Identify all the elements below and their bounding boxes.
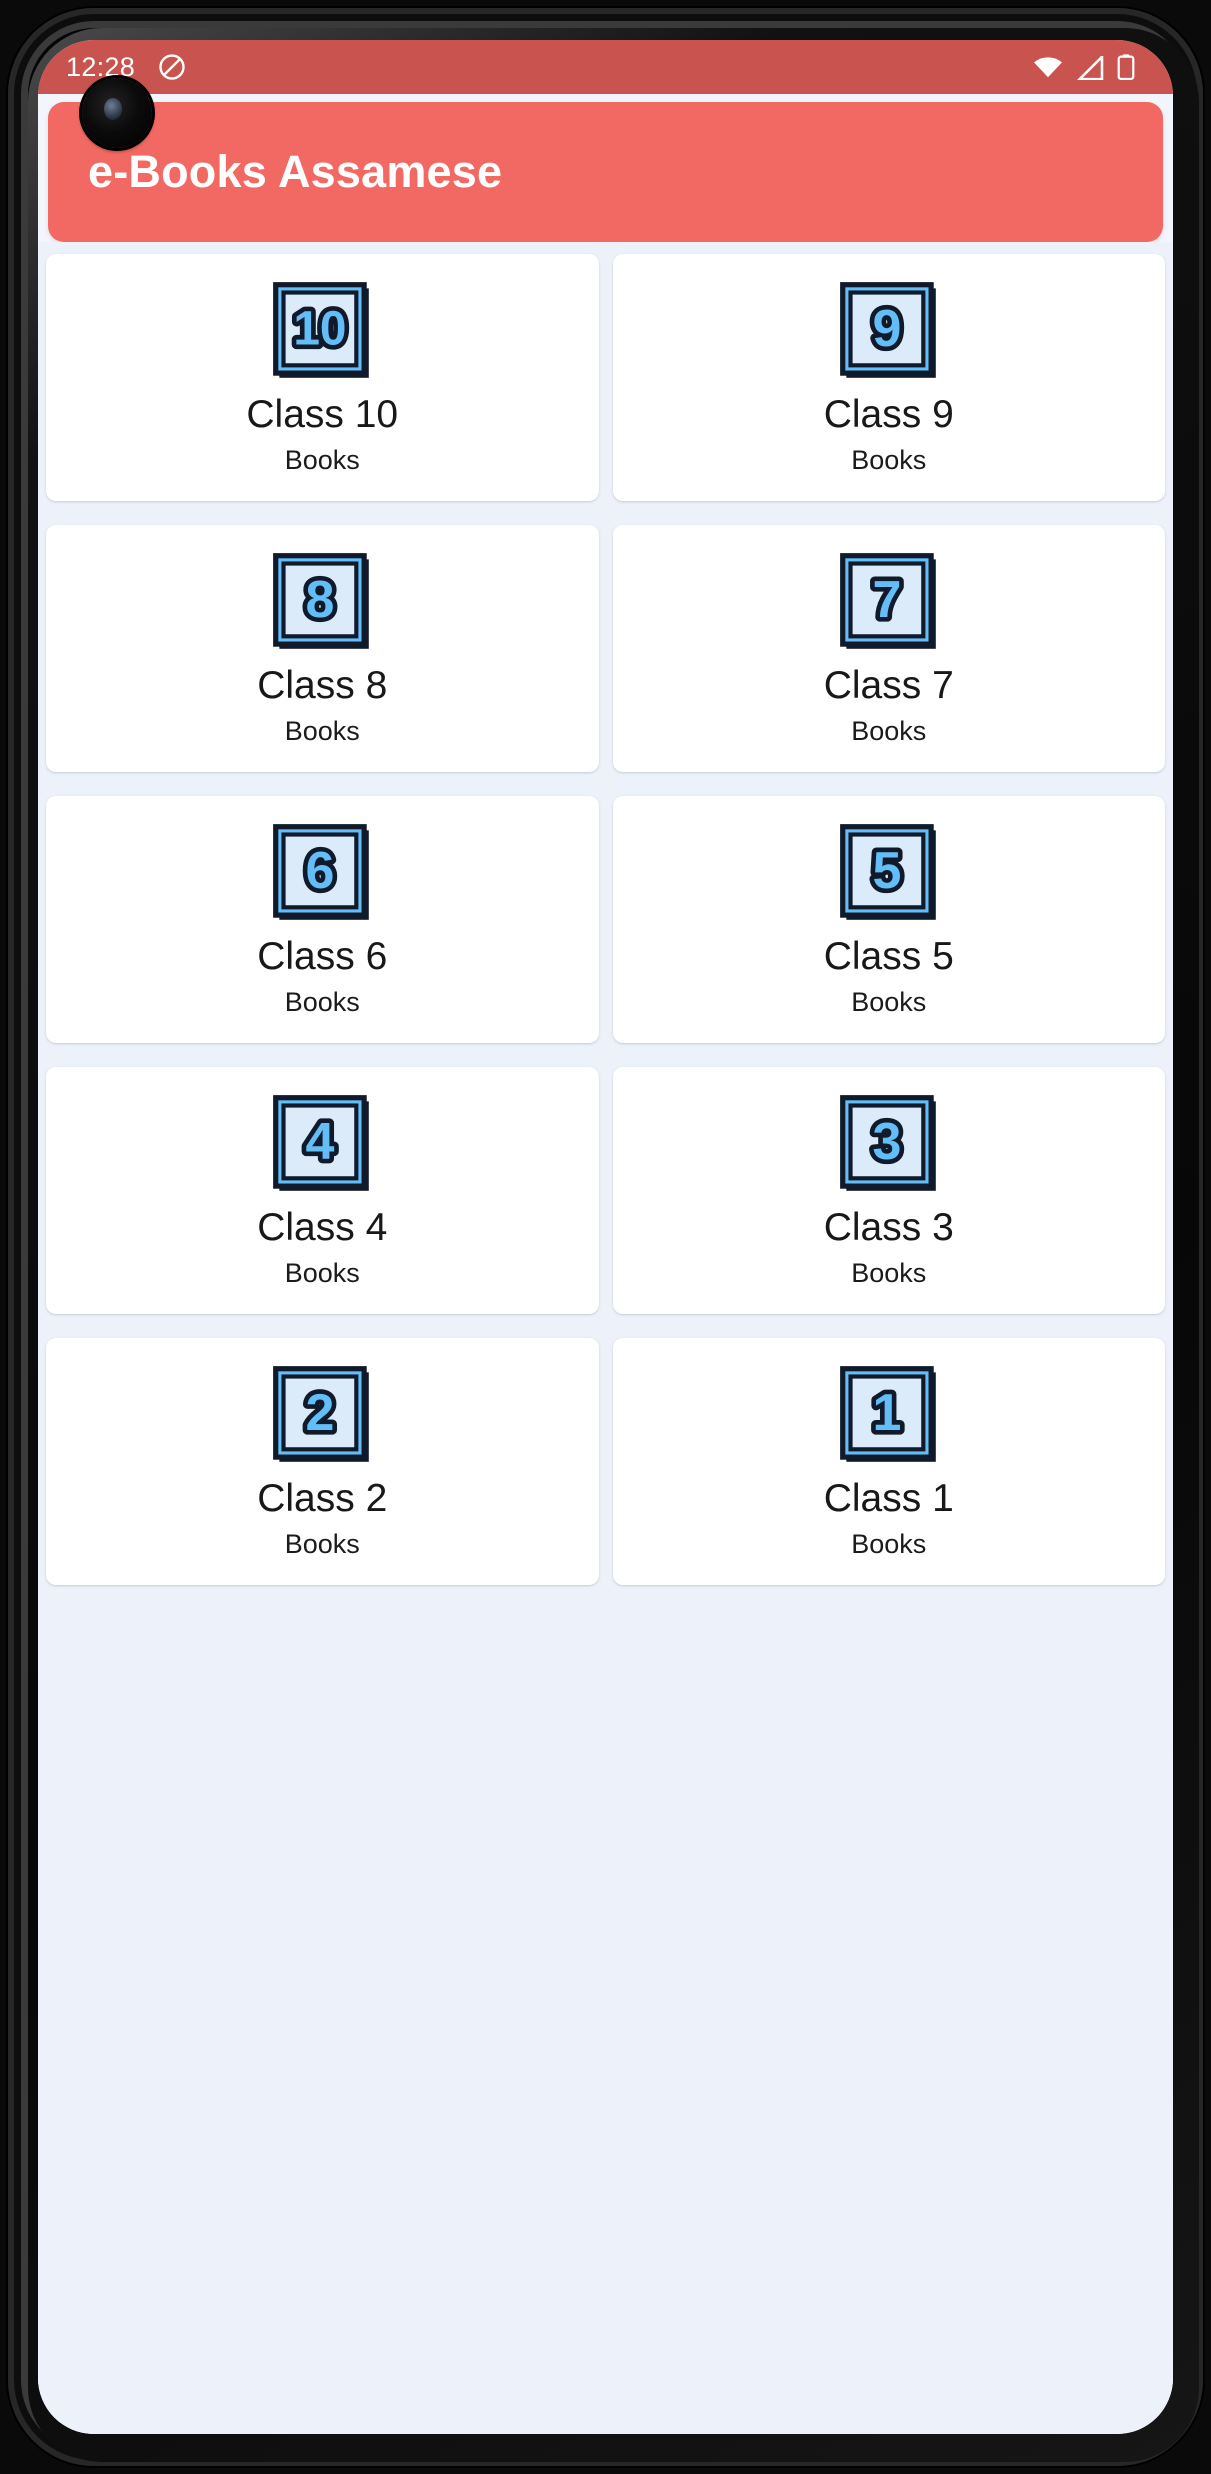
class-card[interactable]: 8 8 Class 8 Books	[46, 525, 599, 772]
class-card-title: Class 6	[257, 934, 388, 978]
class-card[interactable]: 3 3 Class 3 Books	[612, 1067, 1165, 1314]
front-camera-punch-hole	[82, 78, 152, 148]
class-number-icon: 22	[273, 1365, 370, 1462]
phone-screen: 12:28 e-Books Assamese 10 10 Class 10 Bo…	[38, 40, 1173, 2434]
class-number-icon: 1010	[273, 281, 370, 378]
screenshot-root: 12:28 e-Books Assamese 10 10 Class 10 Bo…	[0, 0, 1211, 2474]
class-number-icon: 88	[273, 552, 370, 649]
do-not-disturb-icon	[159, 54, 185, 80]
class-number-icon: 99	[839, 281, 936, 378]
class-number-text: 6	[306, 841, 335, 899]
class-card-title: Class 2	[257, 1476, 388, 1520]
class-number-icon: 44	[273, 1094, 370, 1191]
class-number-text: 3	[872, 1112, 901, 1170]
class-card-subtitle: Books	[851, 716, 927, 747]
status-bar: 12:28	[38, 40, 1173, 94]
class-card-title: Class 4	[257, 1205, 388, 1249]
wifi-icon	[1034, 57, 1062, 78]
class-card[interactable]: 4 4 Class 4 Books	[46, 1067, 599, 1314]
class-card[interactable]: 7 7 Class 7 Books	[612, 525, 1165, 772]
class-number-text: 8	[306, 570, 335, 628]
class-card-subtitle: Books	[284, 987, 360, 1018]
app-bar-container: e-Books Assamese	[38, 94, 1173, 242]
class-grid: 10 10 Class 10 Books 9 9 Class 9 Books 8 8 Class 8…	[38, 242, 1173, 2434]
class-number-text: 5	[872, 841, 901, 899]
class-number-icon: 77	[839, 552, 936, 649]
class-card-title: Class 5	[823, 934, 954, 978]
class-number-icon: 66	[273, 823, 370, 920]
class-card[interactable]: 9 9 Class 9 Books	[612, 254, 1165, 501]
class-card-subtitle: Books	[284, 716, 360, 747]
class-card[interactable]: 5 5 Class 5 Books	[612, 796, 1165, 1043]
class-card-title: Class 10	[246, 392, 399, 436]
app-body: e-Books Assamese 10 10 Class 10 Books 9 9 Clas…	[38, 94, 1173, 2434]
class-number-icon: 33	[839, 1094, 936, 1191]
class-card-title: Class 8	[257, 663, 388, 707]
class-card-subtitle: Books	[851, 445, 927, 476]
class-card[interactable]: 10 10 Class 10 Books	[46, 254, 599, 501]
class-card-subtitle: Books	[851, 1529, 927, 1560]
class-card[interactable]: 2 2 Class 2 Books	[46, 1338, 599, 1585]
class-card-title: Class 9	[823, 392, 954, 436]
page-title: e-Books Assamese	[88, 146, 503, 197]
class-number-text: 1	[872, 1383, 901, 1441]
cellular-signal-icon	[1077, 56, 1104, 80]
class-card-subtitle: Books	[851, 1258, 927, 1289]
class-number-text: 10	[294, 302, 347, 355]
class-card[interactable]: 6 6 Class 6 Books	[46, 796, 599, 1043]
battery-icon	[1117, 54, 1135, 80]
class-card-subtitle: Books	[851, 987, 927, 1018]
class-card-title: Class 3	[823, 1205, 954, 1249]
class-number-text: 2	[306, 1383, 335, 1441]
class-card-subtitle: Books	[284, 1258, 360, 1289]
status-clock: 12:28	[66, 51, 136, 82]
class-number-text: 7	[872, 570, 901, 628]
class-number-text: 9	[872, 299, 901, 357]
class-number-icon: 55	[839, 823, 936, 920]
status-left-icons	[157, 52, 187, 82]
class-card-subtitle: Books	[284, 1529, 360, 1560]
class-number-text: 4	[306, 1112, 335, 1170]
class-card-title: Class 7	[823, 663, 954, 707]
class-card[interactable]: 1 1 Class 1 Books	[612, 1338, 1165, 1585]
app-bar: e-Books Assamese	[48, 102, 1163, 242]
class-number-icon: 11	[839, 1365, 936, 1462]
class-card-subtitle: Books	[284, 445, 360, 476]
class-card-title: Class 1	[823, 1476, 954, 1520]
status-right-icons	[1033, 54, 1135, 80]
